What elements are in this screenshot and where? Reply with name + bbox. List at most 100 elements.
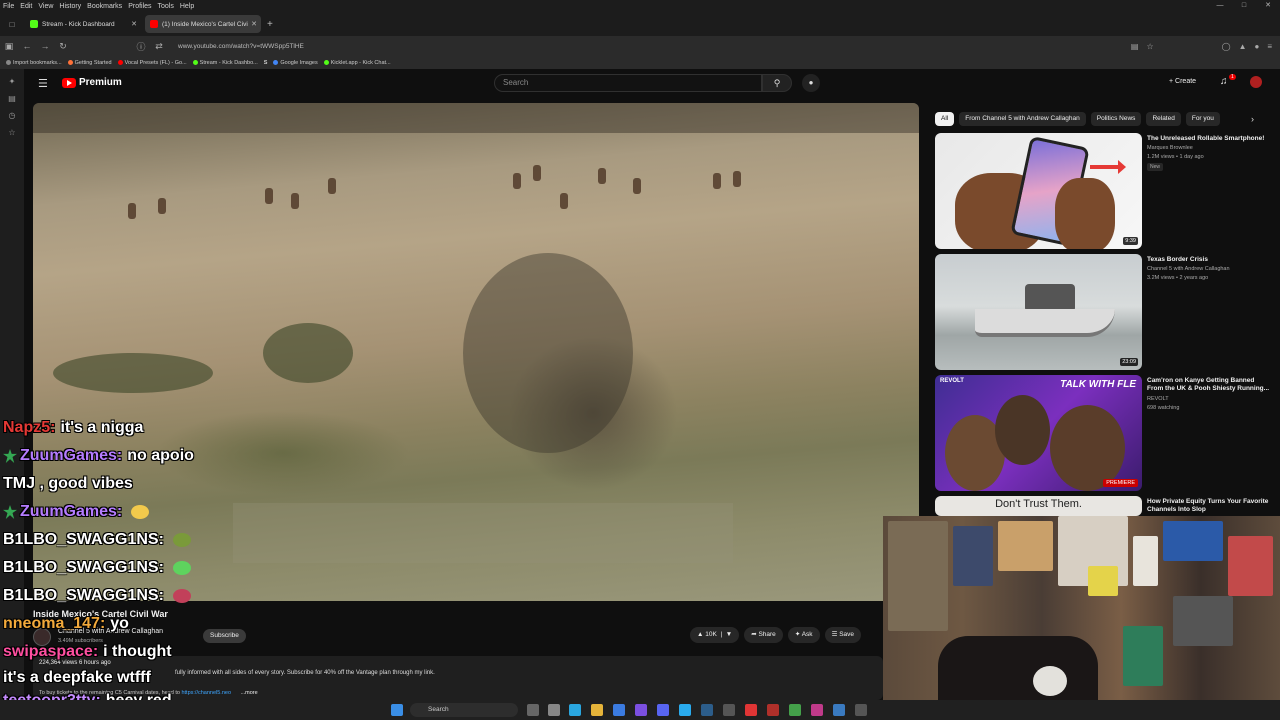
reader-view-icon[interactable]: ▤ — [1131, 42, 1139, 51]
video-thumbnail[interactable]: 23:09 — [935, 254, 1142, 370]
chat-username: ZuumGames: — [20, 447, 123, 464]
sidebar-bookmarks-icon[interactable]: ☆ — [0, 128, 24, 137]
video-thumbnail[interactable]: 9:39 — [935, 133, 1142, 249]
recommendation-channel: REVOLT — [1147, 396, 1169, 402]
url-bar[interactable]: www.youtube.com/watch?v=tWWSpp5TlHE — [178, 43, 304, 50]
close-tab-icon[interactable]: ✕ — [251, 20, 257, 28]
chip-all[interactable]: All — [935, 112, 955, 126]
bookmark-google-images[interactable]: Google Images — [273, 60, 318, 66]
youtube-favicon-icon — [150, 20, 158, 28]
taskbar-search[interactable]: Search — [410, 703, 518, 717]
tab-bar: □ Stream - Kick Dashboard ✕ (1) Inside M… — [0, 12, 1280, 36]
video-bush — [53, 353, 213, 393]
sidebar-tabs-icon[interactable]: ▤ — [0, 94, 24, 103]
notifications-bell-icon[interactable]: ♫ — [1220, 76, 1228, 87]
chip-related[interactable]: Related — [1146, 112, 1181, 126]
sidebar-ai-icon[interactable]: ✦ — [0, 77, 24, 86]
extensions-icon[interactable]: ▲ — [1239, 42, 1247, 51]
recommendation-item[interactable]: Don't Trust Them. How Private Equity Tur… — [935, 496, 1273, 516]
app-icon[interactable] — [701, 704, 713, 716]
profile-icon[interactable]: ● — [1254, 42, 1259, 51]
create-button[interactable]: + Create — [1169, 78, 1196, 85]
sidebar-history-icon[interactable]: ◷ — [0, 111, 24, 120]
bookmark-vocal-presets[interactable]: Vocal Presets (FL) - Go... — [117, 60, 187, 66]
chip-politics-news[interactable]: Politics News — [1090, 112, 1142, 126]
menu-bookmarks[interactable]: Bookmarks — [84, 3, 125, 10]
windows-start-icon[interactable] — [391, 704, 403, 716]
close-window-icon[interactable]: ✕ — [1256, 0, 1280, 12]
emote-icon — [172, 589, 191, 603]
wall-poster — [953, 526, 993, 586]
tab-kick-dashboard[interactable]: Stream - Kick Dashboard ✕ — [25, 15, 141, 33]
bookmark-s[interactable]: S — [264, 60, 268, 66]
menu-icon[interactable]: ≡ — [1267, 42, 1272, 51]
app-icon[interactable] — [723, 704, 735, 716]
chat-text: TMJ , good vibes — [3, 475, 133, 492]
wall-poster — [1228, 536, 1273, 596]
chrome-icon[interactable] — [613, 704, 625, 716]
menu-edit[interactable]: Edit — [17, 3, 35, 10]
telegram-icon[interactable] — [679, 704, 691, 716]
menu-profiles[interactable]: Profiles — [125, 3, 154, 10]
app-icon[interactable] — [745, 704, 757, 716]
bookmark-kicklet[interactable]: Kicklet.app - Kick Chat... — [323, 60, 391, 66]
search-input[interactable]: Search — [494, 74, 762, 92]
save-button[interactable]: ☰ Save — [824, 627, 862, 643]
ask-button[interactable]: ✦ Ask — [787, 627, 820, 643]
like-button[interactable]: ▲ 10K | ▼ — [690, 627, 740, 643]
microphone-icon[interactable]: ● — [802, 74, 820, 92]
minimize-icon[interactable]: — — [1208, 0, 1232, 12]
forward-icon[interactable]: → — [36, 41, 54, 51]
youtube-logo[interactable]: Premium — [62, 77, 122, 88]
tab-youtube-video[interactable]: (1) Inside Mexico's Cartel Civil W ✕ — [145, 15, 261, 33]
share-button[interactable]: ➦ Share — [744, 627, 783, 643]
shield-icon[interactable]: ◯ — [1222, 42, 1231, 51]
back-icon[interactable]: ← — [18, 41, 36, 51]
app-icon[interactable] — [833, 704, 845, 716]
edge-icon[interactable] — [569, 704, 581, 716]
menu-file[interactable]: File — [0, 3, 17, 10]
logo-text: Premium — [79, 77, 122, 88]
menu-history[interactable]: History — [56, 3, 84, 10]
menu-help[interactable]: Help — [177, 3, 197, 10]
menu-view[interactable]: View — [35, 3, 56, 10]
thumbs-down-icon[interactable]: ▼ — [726, 631, 732, 638]
video-thumbnail[interactable]: Don't Trust Them. — [935, 496, 1142, 516]
app-icon[interactable] — [811, 704, 823, 716]
browser-icon[interactable] — [635, 704, 647, 716]
video-thumbnail[interactable]: REVOLT TALK WITH FLE PREMIERE — [935, 375, 1142, 491]
recommendation-item[interactable]: 9:39 The Unreleased Rollable Smartphone!… — [935, 133, 1273, 251]
reload-icon[interactable]: ↻ — [54, 41, 72, 52]
app-icon[interactable] — [767, 704, 779, 716]
app-icon[interactable] — [789, 704, 801, 716]
close-tab-icon[interactable]: ✕ — [131, 20, 137, 28]
task-view-icon[interactable] — [527, 704, 539, 716]
hamburger-menu-icon[interactable]: ☰ — [38, 77, 48, 90]
account-avatar[interactable] — [1250, 76, 1262, 88]
video-actions: ▲ 10K | ▼ ➦ Share ✦ Ask ☰ Save — [690, 627, 862, 643]
chip-from-channel[interactable]: From Channel 5 with Andrew Callaghan — [959, 112, 1086, 126]
menu-tools[interactable]: Tools — [155, 3, 177, 10]
permissions-icon[interactable]: ⇄ — [150, 41, 168, 52]
file-explorer-icon[interactable] — [591, 704, 603, 716]
sidebar-toggle-icon[interactable]: □ — [3, 15, 21, 33]
sidebar-icon[interactable]: ▣ — [0, 41, 18, 52]
chip-for-you[interactable]: For you — [1185, 112, 1220, 126]
maximize-icon[interactable]: □ — [1232, 0, 1256, 12]
app-icon[interactable] — [855, 704, 867, 716]
discord-icon[interactable] — [657, 704, 669, 716]
recommendation-item[interactable]: REVOLT TALK WITH FLE PREMIERE Cam'ron on… — [935, 375, 1273, 493]
widgets-icon[interactable] — [548, 704, 560, 716]
search-icon[interactable]: ⚲ — [762, 74, 792, 92]
chevron-right-icon[interactable]: › — [1251, 114, 1254, 124]
chat-username: B1LBO_SWAGG1NS: — [3, 587, 164, 604]
bookmark-kick-dashboard[interactable]: Stream - Kick Dashbo... — [192, 60, 258, 66]
bookmark-star-icon[interactable]: ☆ — [1146, 42, 1153, 51]
chat-message: Napz5: it's a nigga — [3, 414, 303, 442]
recommendation-item[interactable]: 23:09 Texas Border Crisis Channel 5 with… — [935, 254, 1273, 372]
youtube-header: ☰ Premium Search ⚲ ● + Create ♫ 1 — [24, 69, 1280, 99]
bookmark-getting-started[interactable]: Getting Started — [67, 60, 112, 66]
new-tab-icon[interactable]: + — [267, 19, 273, 30]
site-info-icon[interactable]: ⓘ — [132, 40, 150, 53]
bookmark-import[interactable]: Import bookmarks... — [6, 60, 62, 66]
